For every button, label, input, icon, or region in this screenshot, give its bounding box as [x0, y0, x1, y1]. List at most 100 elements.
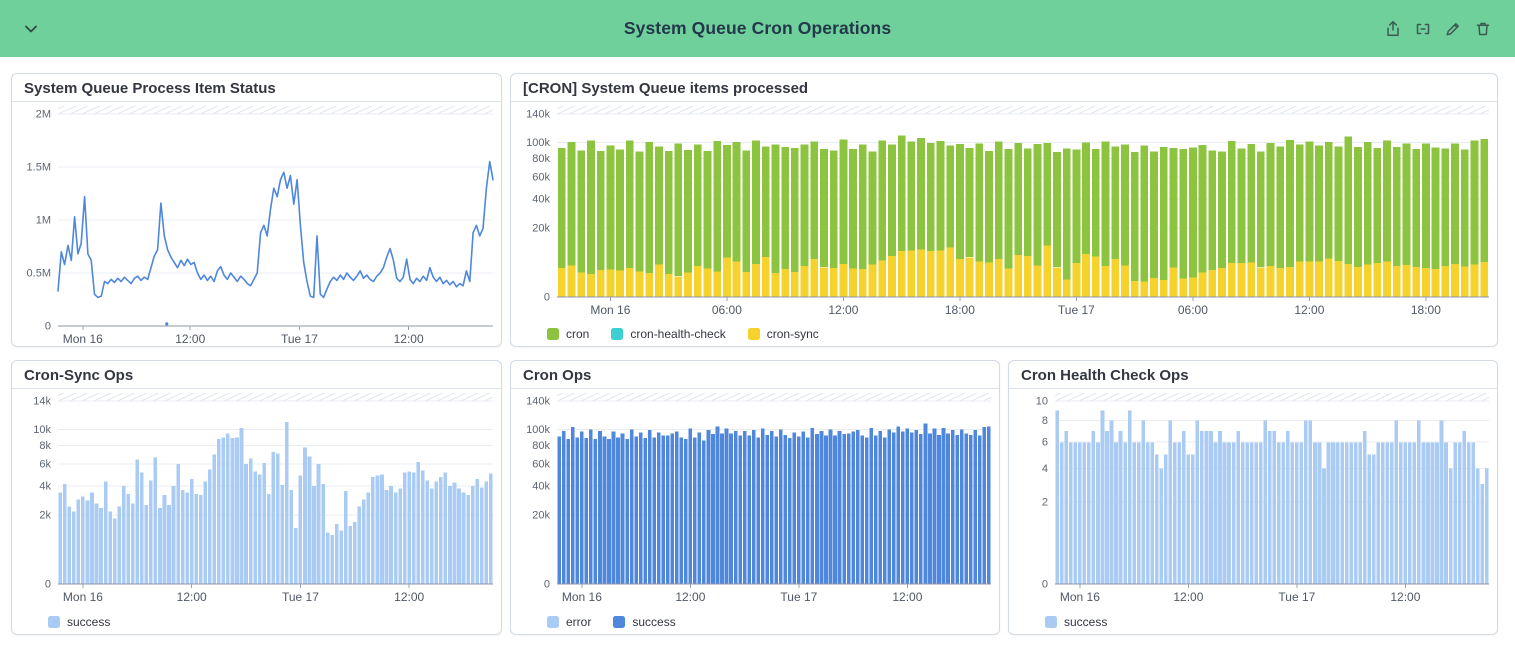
svg-text:18:00: 18:00 [945, 303, 975, 317]
svg-text:06:00: 06:00 [1178, 303, 1208, 317]
legend-swatch [613, 616, 625, 628]
svg-text:Tue 17: Tue 17 [780, 590, 817, 604]
svg-text:40k: 40k [532, 481, 550, 493]
svg-text:0: 0 [544, 579, 550, 591]
chart-system-queue-process-item-status[interactable]: 00.5M1M1.5M2MMon 1612:00Tue 1712:00 [12, 102, 501, 346]
copy-panel-button[interactable] [1413, 19, 1433, 39]
svg-text:12:00: 12:00 [892, 590, 922, 604]
panel-title: Cron Health Check Ops [1009, 361, 1497, 389]
legend-label: success [67, 615, 110, 629]
panel-title: Cron Ops [511, 361, 999, 389]
chart-items-processed[interactable]: 020k40k60k80k100k140kMon 1606:0012:0018:… [511, 102, 1497, 346]
legend-swatch [547, 616, 559, 628]
legend-swatch [748, 328, 760, 340]
legend-swatch [48, 616, 60, 628]
legend-item-cron[interactable]: cron [547, 327, 589, 341]
edit-icon [1444, 26, 1462, 41]
svg-text:Tue 17: Tue 17 [282, 590, 319, 604]
svg-text:10k: 10k [33, 424, 51, 436]
legend-label: error [566, 615, 591, 629]
legend-swatch [547, 328, 559, 340]
panel-cron-sync-ops: Cron-Sync Ops 0 2k 4k 6k 8k 10k 14k Mon 16 12:00… [11, 360, 502, 635]
svg-text:40k: 40k [532, 194, 550, 206]
svg-text:6k: 6k [39, 459, 51, 471]
legend-item-success[interactable]: success [48, 615, 110, 629]
chart-legend: error success [547, 615, 676, 629]
svg-text:Tue 17: Tue 17 [281, 332, 318, 346]
legend-swatch [1045, 616, 1057, 628]
svg-text:Mon 16: Mon 16 [63, 590, 103, 604]
svg-text:8k: 8k [39, 440, 51, 452]
svg-text:100k: 100k [526, 424, 550, 436]
svg-text:12:00: 12:00 [1294, 303, 1324, 317]
svg-text:0: 0 [45, 321, 51, 333]
panel-cron-ops: Cron Ops 0 20k 40k 60k 80k 100k 140k Mon 16 12:0… [510, 360, 1000, 635]
panel-cron-health-check-ops: Cron Health Check Ops 0 2 4 6 8 10 Mon 16 12:00… [1008, 360, 1498, 635]
legend-label: success [632, 615, 675, 629]
svg-text:4: 4 [1042, 463, 1048, 475]
svg-text:140k: 140k [526, 109, 550, 121]
panel-title: Cron-Sync Ops [12, 361, 501, 389]
chart-cron-health-check-ops[interactable]: 0 2 4 6 8 10 Mon 16 12:00 Tue 17 12:00 success [1009, 389, 1497, 634]
copy-panel-icon [1414, 26, 1432, 41]
svg-text:12:00: 12:00 [1173, 590, 1203, 604]
panel-system-queue-process-item-status: System Queue Process Item Status 0 0.5M 1M… [11, 73, 502, 347]
panel-cron-system-queue-items-processed: [CRON] System Queue items processed 0 20k… [510, 73, 1498, 347]
svg-text:20k: 20k [532, 509, 550, 521]
svg-text:Tue 17: Tue 17 [1058, 303, 1095, 317]
dashboard-header: System Queue Cron Operations [0, 0, 1515, 57]
legend-label: cron-sync [767, 327, 819, 341]
header-actions [1383, 19, 1493, 39]
svg-text:12:00: 12:00 [177, 590, 207, 604]
panel-title: System Queue Process Item Status [12, 74, 501, 102]
svg-text:Mon 16: Mon 16 [1060, 590, 1100, 604]
svg-text:20k: 20k [532, 222, 550, 234]
svg-text:8: 8 [1042, 415, 1048, 427]
svg-text:14k: 14k [33, 396, 51, 408]
svg-text:12:00: 12:00 [675, 590, 705, 604]
edit-button[interactable] [1443, 19, 1463, 39]
svg-text:Mon 16: Mon 16 [562, 590, 602, 604]
svg-text:0: 0 [45, 579, 51, 591]
share-button[interactable] [1383, 19, 1403, 39]
svg-text:06:00: 06:00 [712, 303, 742, 317]
legend-swatch [611, 328, 623, 340]
chart-legend: success [1045, 615, 1107, 629]
svg-text:2M: 2M [36, 109, 51, 121]
legend-label: success [1064, 615, 1107, 629]
legend-item-cron-sync[interactable]: cron-sync [748, 327, 819, 341]
svg-text:80k: 80k [532, 440, 550, 452]
svg-text:12:00: 12:00 [394, 332, 424, 346]
svg-text:12:00: 12:00 [175, 332, 205, 346]
svg-text:Tue 17: Tue 17 [1278, 590, 1315, 604]
legend-item-success[interactable]: success [1045, 615, 1107, 629]
svg-text:60k: 60k [532, 459, 550, 471]
svg-text:2: 2 [1042, 497, 1048, 509]
panel-title: [CRON] System Queue items processed [511, 74, 1497, 102]
chart-legend: success [48, 615, 110, 629]
svg-text:4k: 4k [39, 481, 51, 493]
svg-text:18:00: 18:00 [1411, 303, 1441, 317]
svg-text:80k: 80k [532, 153, 550, 165]
legend-label: cron-health-check [630, 327, 725, 341]
svg-text:0.5M: 0.5M [27, 268, 51, 280]
svg-text:100k: 100k [526, 137, 550, 149]
svg-text:2k: 2k [39, 509, 51, 521]
svg-text:1.5M: 1.5M [27, 162, 51, 174]
svg-text:12:00: 12:00 [1390, 590, 1420, 604]
share-icon [1384, 26, 1402, 41]
svg-text:1M: 1M [36, 215, 51, 227]
svg-text:140k: 140k [526, 396, 550, 408]
chart-cron-sync-ops[interactable]: 02k4k6k8k10k14kMon 1612:00Tue 1712:00suc… [12, 389, 501, 634]
legend-item-cron-health-check[interactable]: cron-health-check [611, 327, 725, 341]
legend-item-error[interactable]: error [547, 615, 591, 629]
svg-text:10: 10 [1036, 396, 1048, 408]
svg-text:12:00: 12:00 [828, 303, 858, 317]
svg-text:6: 6 [1042, 437, 1048, 449]
chart-cron-ops[interactable]: 0 20k 40k 60k 80k 100k 140k Mon 16 12:00 Tue 17 12… [511, 389, 999, 634]
delete-button[interactable] [1473, 19, 1493, 39]
dashboard-title: System Queue Cron Operations [0, 18, 1515, 39]
legend-item-success[interactable]: success [613, 615, 675, 629]
svg-text:0: 0 [1042, 579, 1048, 591]
svg-text:0: 0 [544, 292, 550, 304]
